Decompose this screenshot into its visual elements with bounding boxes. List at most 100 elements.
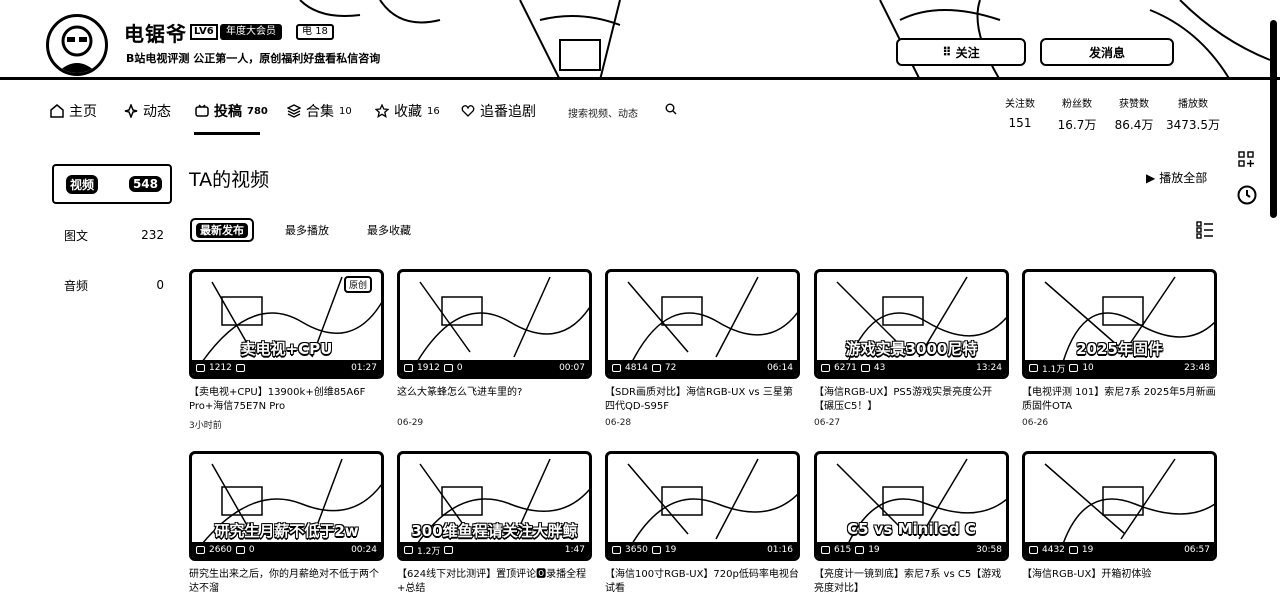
follow-button[interactable]: ⠿ 关注 — [896, 38, 1026, 66]
active-tab-indicator — [194, 132, 260, 135]
stat-following[interactable]: 关注数 151 — [1000, 95, 1040, 130]
tab-favorites[interactable]: 收藏 16 — [375, 101, 440, 121]
sidebar-item-video[interactable]: 视频 548 — [52, 164, 172, 204]
video-card[interactable]: 2025年固件 1.1万 10 23:48 【电视评测 101】索尼7系 2025年5月… — [1022, 269, 1217, 428]
video-thumbnail[interactable]: 3650 19 01:16 — [605, 451, 800, 561]
thumbnail-caption: 卖电视+CPU — [240, 340, 333, 358]
danmaku-icon — [651, 364, 661, 372]
original-badge: 原创 — [344, 276, 373, 293]
play-count: 4814 — [625, 363, 648, 373]
search-icon[interactable] — [665, 103, 677, 115]
video-card[interactable]: 1912 0 00:07 这么大篆蜂怎么飞进车里的? 06-29 — [397, 269, 592, 428]
sort-tab-most-played[interactable]: 最多播放 — [285, 222, 329, 238]
username: 电锯爷 — [124, 22, 187, 46]
danmaku-icon — [651, 546, 661, 554]
video-title[interactable]: 【亮度计一镜到底】索尼7系 vs C5【游戏亮度对比】 — [814, 568, 1009, 596]
video-title[interactable]: 【卖电视+CPU】13900k+创维85A6F Pro+海信75E7N Pro — [189, 386, 384, 414]
video-card[interactable]: 游戏实景3000尼特 6271 43 13:24 【海信RGB-UX】PS5游戏实景亮度… — [814, 269, 1009, 428]
user-signature: B站电视评测 公正第一人，原创福利好盘看私信咨询 — [124, 50, 383, 66]
home-icon — [50, 104, 64, 118]
danmaku-icon — [235, 364, 245, 372]
sort-tab-latest[interactable]: 最新发布 — [190, 218, 254, 242]
video-thumbnail[interactable]: 1912 0 00:07 — [397, 269, 592, 379]
play-count: 3650 — [625, 545, 648, 555]
video-thumbnail[interactable]: 游戏实景3000尼特 6271 43 13:24 — [814, 269, 1009, 379]
play-count: 1212 — [209, 363, 232, 373]
video-duration: 06:57 — [1184, 545, 1210, 555]
play-count-icon — [196, 546, 205, 554]
video-thumbnail[interactable]: 2025年固件 1.1万 10 23:48 — [1022, 269, 1217, 379]
video-card[interactable]: 4432 19 06:57 【海信RGB-UX】开箱初体验 — [1022, 451, 1217, 599]
search-input[interactable]: 搜索视频、动态 — [568, 105, 638, 120]
video-thumbnail[interactable]: 4432 19 06:57 — [1022, 451, 1217, 561]
layers-icon — [287, 104, 301, 118]
video-card[interactable]: 研究生月薪不低于2w 2660 0 00:24 研究生出来之后，你的月薪绝对不低于两个达… — [189, 451, 384, 599]
thumbnail-stats-bar: 615 19 30:58 — [817, 542, 1006, 558]
thumbnail-stats-bar: 4814 72 06:14 — [608, 360, 797, 376]
play-count-icon — [612, 364, 621, 372]
tab-home[interactable]: 主页 — [50, 101, 97, 121]
video-thumbnail[interactable]: 300维鱼程请关注大胖鲸 1.2万 1:47 — [397, 451, 592, 561]
thumbnail-stats-bar: 4432 19 06:57 — [1025, 542, 1214, 558]
fan-medal[interactable]: 电 18 — [296, 24, 334, 40]
plus-icon: ⠿ — [942, 45, 952, 59]
danmaku-count: 0 — [456, 363, 463, 373]
video-title[interactable]: 【624线下对比测评】置顶评论🅾录播全程+总结 — [397, 568, 592, 596]
video-title[interactable]: 【SDR画质对比】海信RGB-UX vs 三星第四代QD-S95F — [605, 386, 800, 414]
tab-dynamics[interactable]: 动态 — [124, 101, 171, 121]
thumbnail-stats-bar: 1912 0 00:07 — [400, 360, 589, 376]
stat-plays: 播放数 3473.5万 — [1166, 99, 1220, 132]
play-count: 4432 — [1042, 545, 1065, 555]
video-duration: 01:27 — [351, 363, 377, 373]
sort-tab-most-favorited[interactable]: 最多收藏 — [367, 222, 411, 238]
play-count-icon — [612, 546, 621, 554]
video-thumbnail[interactable]: 研究生月薪不低于2w 2660 0 00:24 — [189, 451, 384, 561]
video-title[interactable]: 这么大篆蜂怎么飞进车里的? — [397, 386, 592, 414]
star-icon — [375, 104, 389, 118]
message-button[interactable]: 发消息 — [1040, 38, 1174, 66]
video-card[interactable]: C5 vs Miniled C 615 19 30:58 【亮度计一镜到底】索尼7系 v… — [814, 451, 1009, 599]
video-title[interactable]: 【电视评测 101】索尼7系 2025年5月新画质固件OTA — [1022, 386, 1217, 414]
video-date: 3小时前 — [189, 421, 222, 431]
video-duration: 30:58 — [976, 545, 1002, 555]
sidebar-item-audio[interactable]: 音频 0 — [52, 265, 172, 305]
play-count: 2660 — [209, 545, 232, 555]
thumbnail-stats-bar: 3650 19 01:16 — [608, 542, 797, 558]
video-title[interactable]: 【海信RGB-UX】开箱初体验 — [1022, 568, 1217, 596]
video-thumbnail[interactable]: 4814 72 06:14 — [605, 269, 800, 379]
video-duration: 13:24 — [976, 363, 1002, 373]
play-count-icon — [1029, 546, 1038, 554]
clock-icon[interactable] — [1237, 185, 1257, 209]
video-title[interactable]: 【海信100寸RGB-UX】720p低码率电视台试看 — [605, 568, 800, 596]
video-thumbnail[interactable]: C5 vs Miniled C 615 19 30:58 — [814, 451, 1009, 561]
thumbnail-stats-bar: 1.1万 10 23:48 — [1025, 360, 1214, 376]
sidebar-item-article[interactable]: 图文 232 — [52, 215, 172, 255]
list-view-icon[interactable] — [1196, 221, 1214, 243]
play-all-button[interactable]: ▶ 播放全部 — [1146, 169, 1207, 186]
tab-collections[interactable]: 合集 10 — [287, 101, 352, 121]
video-card[interactable]: 300维鱼程请关注大胖鲸 1.2万 1:47 【624线下对比测评】置顶评论🅾录播全程… — [397, 451, 592, 599]
stat-followers[interactable]: 粉丝数 16.7万 — [1054, 95, 1100, 133]
user-avatar[interactable] — [46, 14, 108, 76]
video-duration: 00:24 — [351, 545, 377, 555]
video-card[interactable]: 3650 19 01:16 【海信100寸RGB-UX】720p低码率电视台试看 — [605, 451, 800, 599]
play-count-icon — [821, 546, 830, 554]
play-count: 1912 — [417, 363, 440, 373]
thumbnail-caption: C5 vs Miniled C — [847, 520, 976, 538]
profile-banner: 电锯爷 LV6 年度大会员 电 18 B站电视评测 公正第一人，原创福利好盘看私… — [0, 0, 1280, 80]
play-count: 6271 — [834, 363, 857, 373]
play-count: 1.1万 — [1042, 364, 1066, 375]
tab-bangumi[interactable]: 追番追剧 — [461, 101, 536, 121]
video-card[interactable]: 4814 72 06:14 【SDR画质对比】海信RGB-UX vs 三星第四代QD-… — [605, 269, 800, 428]
video-date: 06-26 — [1022, 418, 1049, 428]
video-title[interactable]: 【海信RGB-UX】PS5游戏实景亮度公开【碾压C5！】 — [814, 386, 1009, 414]
tab-uploads[interactable]: 投稿 780 — [195, 101, 268, 121]
thumbnail-stats-bar: 1.2万 1:47 — [400, 542, 589, 558]
section-title: TA的视频 — [189, 169, 270, 191]
grid-view-icon[interactable] — [1237, 150, 1255, 172]
video-card[interactable]: 卖电视+CPU 1212 01:27 【卖电视+CPU】13900k+创维85A6F … — [189, 269, 384, 431]
thumbnail-caption: 300维鱼程请关注大胖鲸 — [411, 522, 578, 540]
video-title[interactable]: 研究生出来之后，你的月薪绝对不低于两个达不溜 — [189, 568, 384, 596]
vip-tag[interactable]: 年度大会员 — [220, 24, 282, 40]
page-scrollbar[interactable] — [1270, 20, 1277, 218]
